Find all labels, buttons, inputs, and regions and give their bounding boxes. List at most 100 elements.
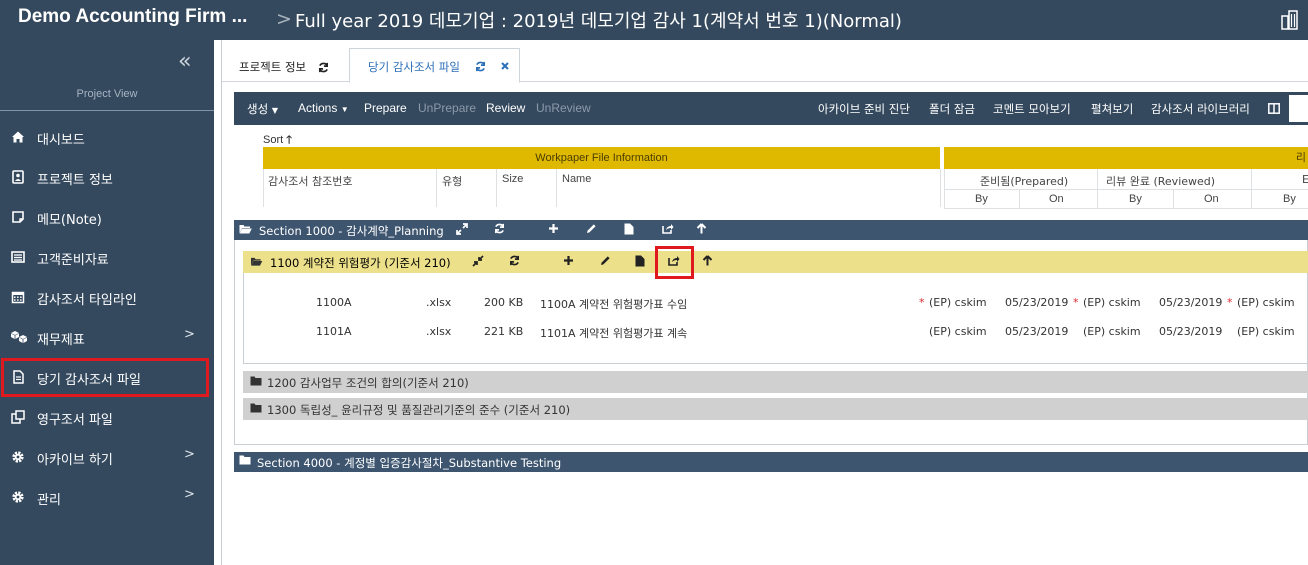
tab-bar: 프로젝트 정보 당기 감사조서 파일 [222,40,1308,83]
folder-icon [250,403,262,413]
arrow-up-icon[interactable] [702,255,713,266]
section-1000-row[interactable]: Section 1000 - 감사계약_Planning [234,220,1308,240]
toolbar-search-box[interactable] [1289,95,1308,122]
prepare-button[interactable]: Prepare [364,101,407,115]
library-button[interactable]: 감사조서 라이브러리 [1151,101,1250,117]
unread-marker: * [1073,296,1079,309]
compress-icon[interactable] [472,255,484,267]
arrow-up-icon[interactable] [696,223,707,234]
sidebar-item-dashboard[interactable]: 대시보드 [0,119,214,155]
pencil-icon[interactable] [600,255,611,266]
sidebar-item-label: 아카이브 하기 [37,453,113,468]
tab-current-workpapers[interactable]: 당기 감사조서 파일 [349,48,520,83]
sidebar-item-timeline[interactable]: 감사조서 타임라인 [0,279,214,315]
subheader-partial-by: By [1283,193,1296,205]
sidebar-item-financial-statements[interactable]: 재무제표 > [0,319,214,355]
refresh-icon[interactable] [475,61,486,72]
pencil-icon[interactable] [586,223,597,234]
sidebar-item-memo[interactable]: 메모(Note) [0,199,214,235]
column-header-name[interactable]: Name [562,173,591,185]
column-header-partial[interactable]: E [1302,173,1308,186]
unprepare-button[interactable]: UnPrepare [418,101,476,115]
file-size: 200 KB [484,296,524,309]
actions-label: Actions [298,101,338,115]
sidebar-divider [0,110,214,111]
folder-1200-row[interactable]: 1200 감사업무 조건의 합의(기준서 210) [243,371,1308,393]
folder-lock-button[interactable]: 폴더 잠금 [929,101,975,117]
sidebar-item-client-materials[interactable]: 고객준비자료 [0,239,214,275]
chevron-right-icon: > [184,487,195,502]
file-size: 221 KB [484,325,524,338]
sidebar-item-admin[interactable]: 관리 > [0,479,214,515]
sidebar-item-archive[interactable]: 아카이브 하기 > [0,439,214,475]
share-icon[interactable] [662,223,674,234]
columns-icon[interactable] [1268,103,1280,114]
project-view-label: Project View [76,88,138,100]
subheader-prepared-by: By [975,193,988,205]
file-type: .xlsx [426,325,452,338]
comments-button[interactable]: 코멘트 모아보기 [993,101,1071,117]
subheader-reviewed-by: By [1129,193,1142,205]
sidebar-item-label: 영구조서 파일 [37,413,113,428]
toolbar: 생성 ▼ Actions ▼ Prepare UnPrepare Review … [234,92,1308,125]
new-file-icon[interactable] [635,255,645,267]
prepared-on: 05/23/2019 [1005,325,1069,338]
close-icon[interactable] [500,61,510,71]
archive-diagnosis-button[interactable]: 아카이브 준비 진단 [818,101,910,117]
table-row[interactable]: 1101A .xlsx 221 KB 1101A 계약전 위험평가표 계속 (E… [243,321,1308,345]
grid-line [940,169,941,207]
section-4000-row[interactable]: Section 4000 - 계정별 입증감사절차_Substantive Te… [234,452,1308,472]
column-header-type[interactable]: 유형 [442,173,462,189]
tab-project-info[interactable]: 프로젝트 정보 [239,59,329,75]
refresh-icon[interactable] [318,62,329,73]
column-header-reviewed[interactable]: 리뷰 완료 (Reviewed) [1106,173,1215,189]
chevron-right-icon: > [184,447,195,462]
collapse-sidebar-icon[interactable]: ‹‹ [178,49,191,74]
plus-icon[interactable] [563,255,574,266]
create-menu[interactable]: 생성 ▼ [247,101,278,117]
folder-open-icon [239,223,252,235]
plus-icon[interactable] [548,223,559,234]
file-name[interactable]: 1101A 계약전 위험평가표 계속 [540,325,687,341]
expand-icon[interactable] [456,223,468,235]
file-ref: 1101A [316,325,352,338]
column-header-ref[interactable]: 감사조서 참조번호 [268,173,352,189]
folder-open-icon [250,256,263,267]
partial-by: (EP) cskim [1237,325,1295,338]
grid-line [1019,189,1020,209]
top-bar: Demo Accounting Firm ... > Full year 201… [0,0,1308,40]
grid-line [944,189,1308,190]
table-row[interactable]: 1100A .xlsx 200 KB 1100A 계약전 위험평가표 수임 * … [243,292,1308,316]
refresh-icon[interactable] [494,223,505,234]
column-header-size[interactable]: Size [502,173,523,185]
sidebar-item-label: 대시보드 [37,133,85,148]
chevron-right-icon: > [184,327,195,342]
caret-down-icon: ▼ [340,105,349,114]
sidebar-item-label: 메모(Note) [37,213,102,228]
refresh-icon[interactable] [509,255,520,266]
expand-button[interactable]: 펼쳐보기 [1091,101,1133,117]
folder-1100-row[interactable]: 1100 계약전 위험평가 (기준서 210) [243,251,1308,273]
new-file-icon[interactable] [624,223,634,235]
sidebar-item-project-info[interactable]: 프로젝트 정보 [0,159,214,195]
reviewed-on: 05/23/2019 [1159,296,1223,309]
tab-label: 프로젝트 정보 [239,60,307,74]
building-icon[interactable] [1280,10,1300,30]
folder-1300-row[interactable]: 1300 독립성_ 윤리규정 및 품질관리기준의 준수 (기준서 210) [243,398,1308,420]
column-header-prepared[interactable]: 준비됨(Prepared) [980,173,1068,189]
sidebar-item-permanent-files[interactable]: 영구조서 파일 [0,399,214,435]
section-title: Section 4000 - 계정별 입증감사절차_Substantive Te… [257,456,562,470]
folder-1100-body [243,273,1308,364]
unreview-button[interactable]: UnReview [536,101,591,115]
prepared-by: (EP) cskim [929,325,987,338]
folder-icon [250,376,262,386]
file-ref: 1100A [316,296,352,309]
sidebar-item-label: 감사조서 타임라인 [37,293,137,308]
brand-title[interactable]: Demo Accounting Firm ... [18,6,247,28]
cubes-icon [11,330,27,344]
reviewed-by: (EP) cskim [1083,296,1141,309]
review-button[interactable]: Review [486,101,525,115]
file-name[interactable]: 1100A 계약전 위험평가표 수임 [540,296,687,312]
actions-menu[interactable]: Actions ▼ [298,101,349,115]
project-title: Full year 2019 데모기업 : 2019년 데모기업 감사 1(계약… [295,11,902,32]
